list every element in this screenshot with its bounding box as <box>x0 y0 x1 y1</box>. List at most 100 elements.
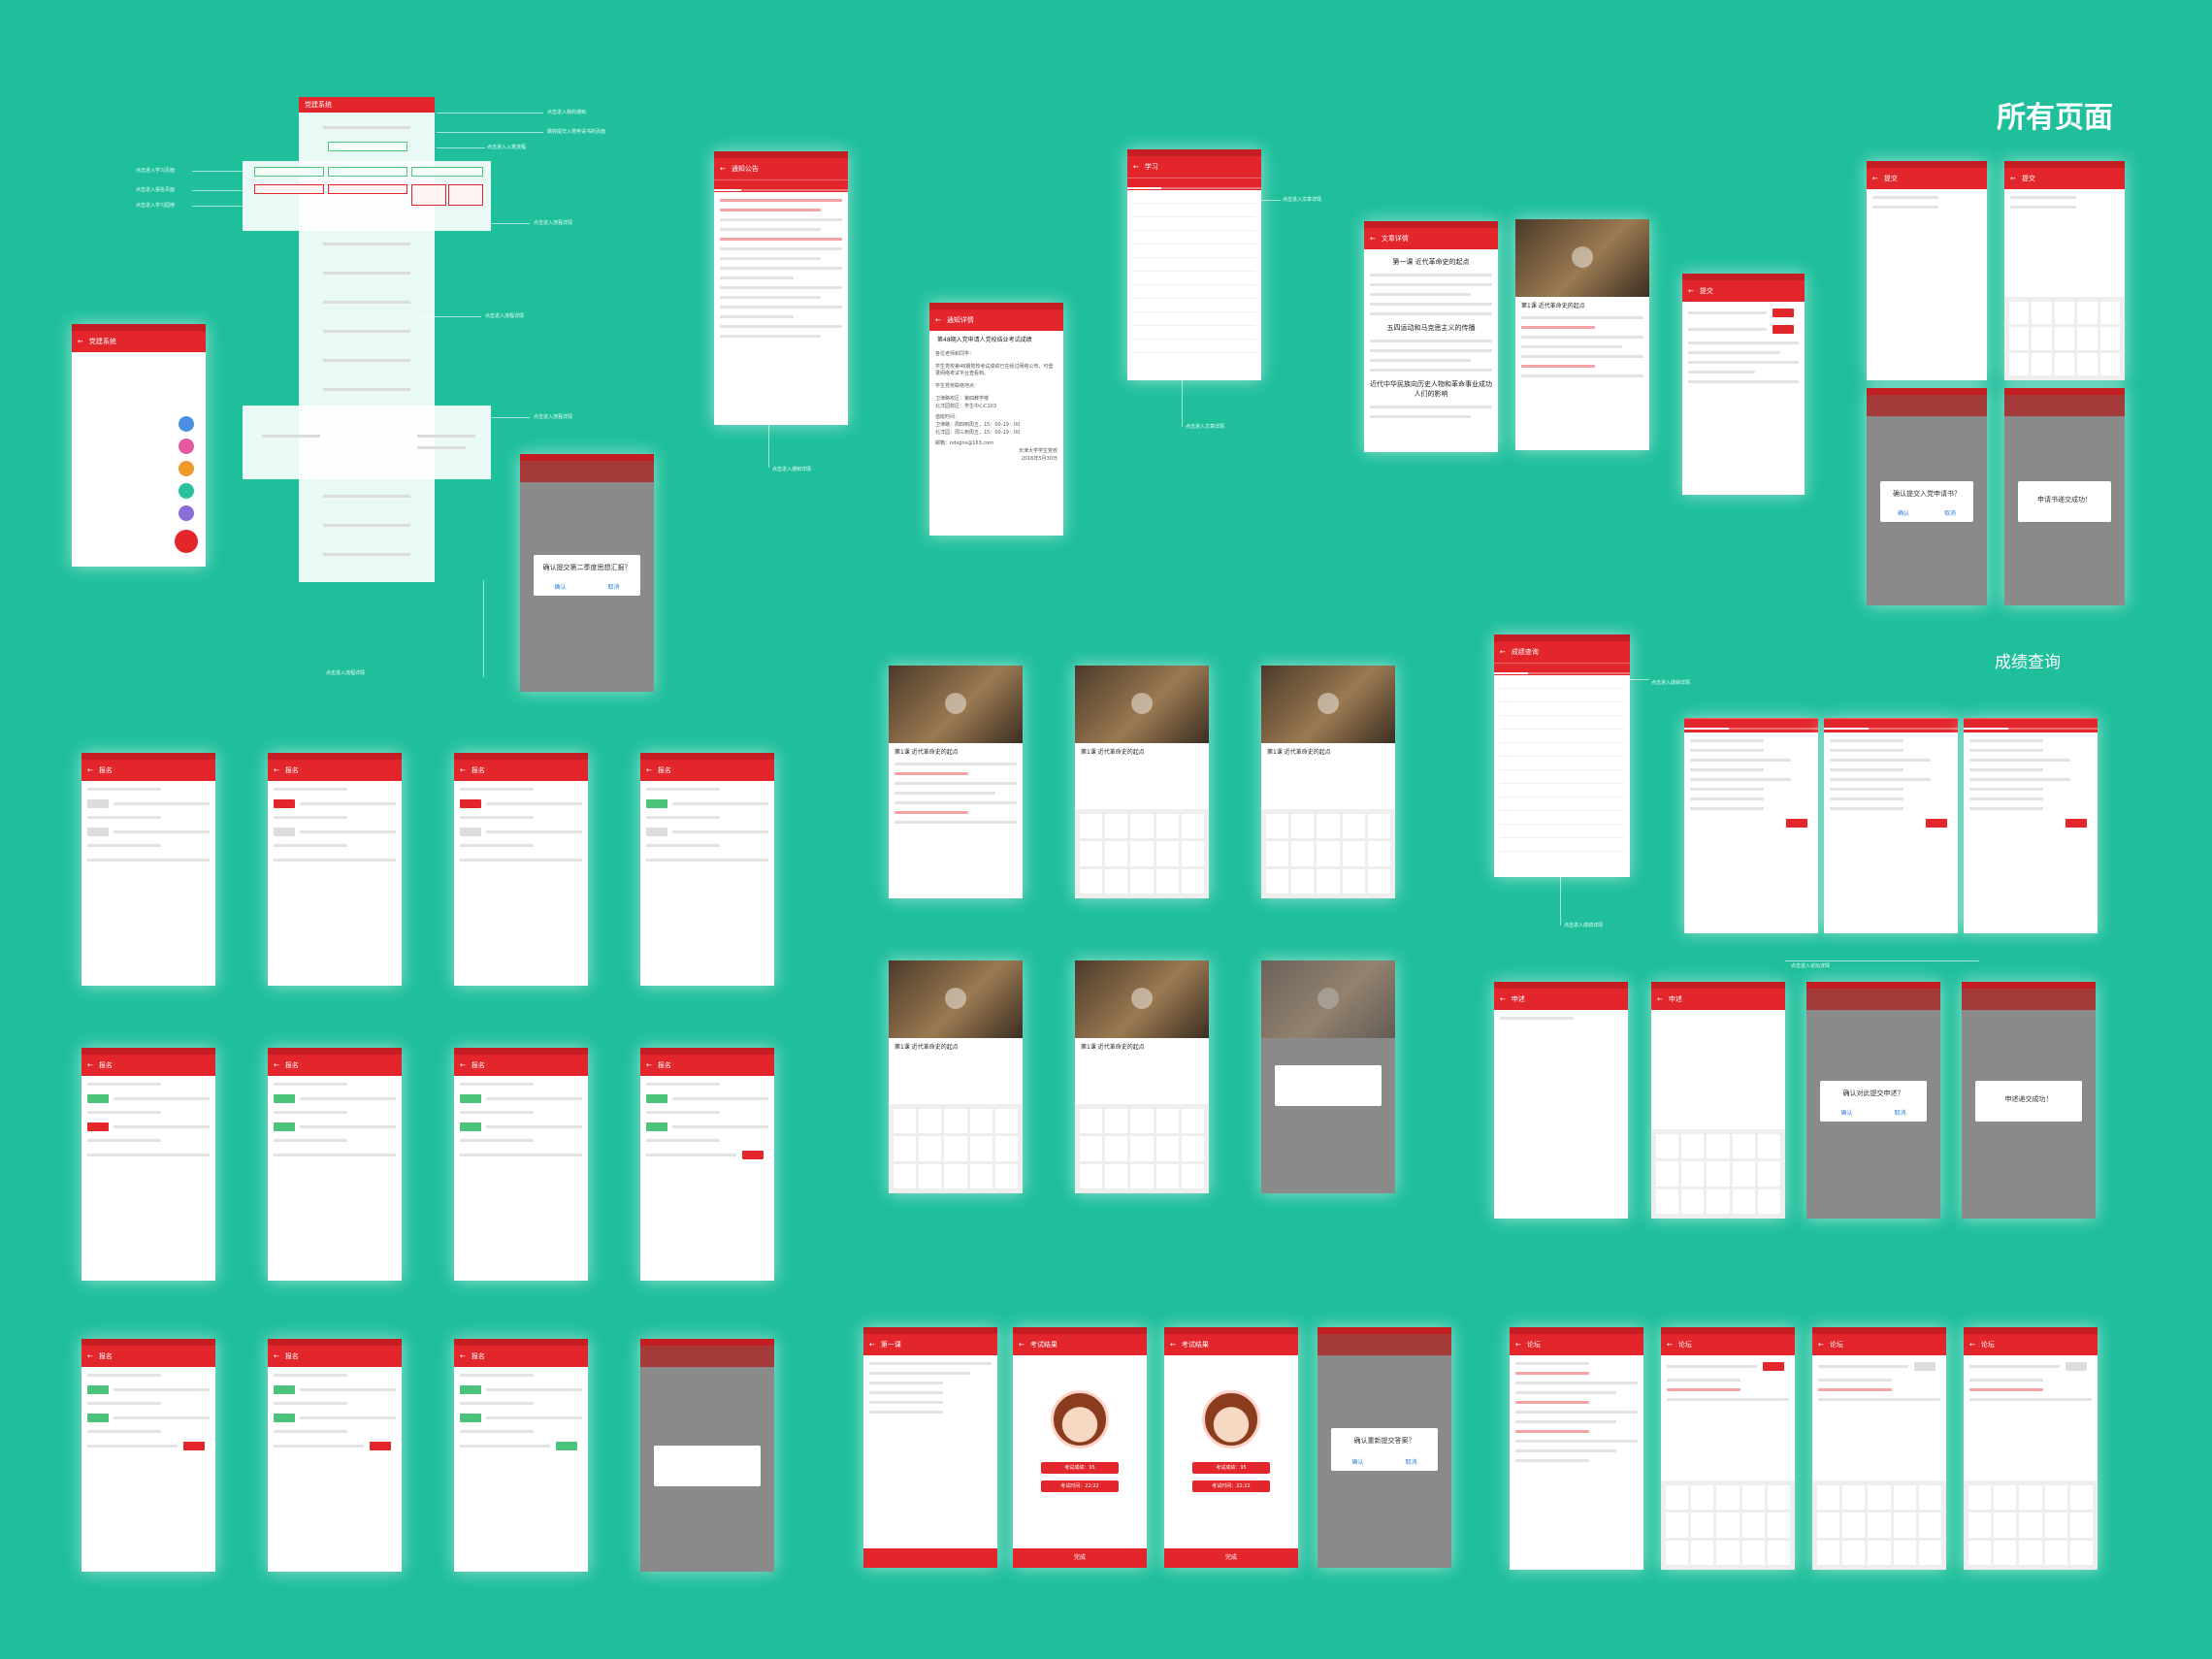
list-item[interactable] <box>1133 315 1255 326</box>
cancel-button[interactable]: 取消 <box>1944 508 1956 517</box>
signup-button[interactable] <box>742 1150 764 1159</box>
signup-screen: ← 报名 <box>640 1048 774 1281</box>
flow-branch-1 <box>243 161 491 231</box>
back-icon[interactable]: ← <box>1818 1341 1824 1349</box>
article-screen: ← 文章详情 第一课 近代革命史的起点 五四运动和马克思主义的传播 近代中华民族向… <box>1364 221 1498 452</box>
signup-button[interactable] <box>646 798 667 808</box>
signup-dialog-screen <box>640 1339 774 1572</box>
list-item[interactable] <box>1133 261 1255 272</box>
back-icon[interactable]: ← <box>274 1352 279 1360</box>
list-item[interactable] <box>1133 234 1255 244</box>
signup-button[interactable] <box>87 1122 109 1131</box>
list-item[interactable] <box>1133 247 1255 258</box>
flow-step[interactable] <box>328 142 407 151</box>
report-confirm-screen: 确认提交第二季度思想汇报？ 确认 取消 <box>520 454 654 692</box>
back-icon[interactable]: ← <box>1969 1341 1975 1349</box>
video-player[interactable] <box>1075 960 1209 1038</box>
process-icon[interactable] <box>179 461 194 476</box>
back-icon[interactable]: ← <box>87 766 93 774</box>
video-player[interactable] <box>889 960 1023 1038</box>
study-icon[interactable] <box>179 439 194 454</box>
signup-icon[interactable] <box>179 505 194 521</box>
appeal-button[interactable] <box>2066 818 2087 828</box>
list-item[interactable] <box>1133 275 1255 285</box>
video-player[interactable] <box>889 666 1023 743</box>
signup-button[interactable] <box>274 798 295 808</box>
back-icon[interactable]: ← <box>1688 287 1694 295</box>
back-icon[interactable]: ← <box>274 766 279 774</box>
add-button[interactable] <box>175 530 198 553</box>
appeal-button[interactable] <box>1926 818 1947 828</box>
flow-cell[interactable] <box>328 184 407 194</box>
signup-button[interactable] <box>460 798 481 808</box>
flow-cell[interactable] <box>411 184 446 206</box>
back-icon[interactable]: ← <box>1133 163 1139 171</box>
back-icon[interactable]: ← <box>1170 1341 1176 1349</box>
back-icon[interactable]: ← <box>87 1352 93 1360</box>
submit-screen-2: ← 提交 <box>2004 161 2125 380</box>
video-player[interactable] <box>1075 666 1209 743</box>
back-icon[interactable]: ← <box>1872 175 1878 182</box>
back-icon[interactable]: ← <box>720 165 726 173</box>
article-heading: 第一课 近代革命史的起点 <box>1392 258 1470 266</box>
flow-cell[interactable] <box>448 184 483 206</box>
back-icon[interactable]: ← <box>1370 235 1376 243</box>
video-comment-screen: 第1课 近代革命史的起点 <box>889 666 1023 898</box>
back-icon[interactable]: ← <box>646 1061 652 1069</box>
tab-bar[interactable] <box>714 179 848 192</box>
flow-cell[interactable] <box>254 167 324 177</box>
video-player[interactable] <box>1515 219 1649 297</box>
cancel-button[interactable]: 取消 <box>1405 1457 1416 1466</box>
back-icon[interactable]: ← <box>460 766 466 774</box>
appeal-success-screen: 申述递交成功！ <box>1962 982 2096 1219</box>
list-item[interactable] <box>1133 193 1255 204</box>
flow-cell[interactable] <box>254 184 324 194</box>
back-icon[interactable]: ← <box>87 1061 93 1069</box>
screen-title: 报名 <box>284 1061 299 1069</box>
finish-button[interactable]: 完成 <box>1164 1548 1298 1568</box>
back-icon[interactable]: ← <box>869 1341 875 1349</box>
confirm-button[interactable]: 确认 <box>1840 1108 1852 1117</box>
back-icon[interactable]: ← <box>460 1352 466 1360</box>
list-item[interactable] <box>1133 329 1255 340</box>
notice-line: 2016年5月30日 <box>1021 456 1057 462</box>
back-icon[interactable]: ← <box>1515 1341 1521 1349</box>
cancel-button[interactable]: 取消 <box>1894 1108 1905 1117</box>
exam-result-screen: ← 考试结果 考试成绩：95 考试时间：22:22 完成 <box>1164 1327 1298 1568</box>
back-icon[interactable]: ← <box>646 766 652 774</box>
list-item[interactable] <box>1133 207 1255 217</box>
back-icon[interactable]: ← <box>2010 175 2016 182</box>
back-icon[interactable]: ← <box>1500 648 1506 656</box>
confirm-button[interactable]: 确认 <box>1351 1457 1363 1466</box>
list-item[interactable] <box>1133 288 1255 299</box>
annotation: 点击进入成绩详情 <box>1651 680 1691 686</box>
appeal-button[interactable] <box>1786 818 1807 828</box>
flow-cell[interactable] <box>328 167 407 177</box>
back-icon[interactable]: ← <box>460 1061 466 1069</box>
back-icon[interactable]: ← <box>935 316 941 324</box>
back-icon[interactable]: ← <box>1657 995 1663 1003</box>
back-icon[interactable]: ← <box>78 338 83 345</box>
back-icon[interactable]: ← <box>1667 1341 1673 1349</box>
list-item[interactable] <box>1133 342 1255 353</box>
screen-title: 考试结果 <box>1029 1341 1057 1349</box>
list-item[interactable] <box>1133 220 1255 231</box>
cancel-button[interactable]: 取消 <box>607 582 619 591</box>
finish-button[interactable]: 完成 <box>1013 1548 1147 1568</box>
video-player[interactable] <box>1261 666 1395 743</box>
confirm-dialog: 确认提交第二季度思想汇报？ 确认 取消 <box>534 555 640 596</box>
back-icon[interactable]: ← <box>1500 995 1506 1003</box>
flow-cell[interactable] <box>411 167 483 177</box>
score-icon[interactable] <box>179 483 194 499</box>
confirm-button[interactable]: 确认 <box>554 582 566 591</box>
back-icon[interactable]: ← <box>274 1061 279 1069</box>
notice-icon[interactable] <box>179 416 194 432</box>
confirm-button[interactable]: 确认 <box>1898 508 1909 517</box>
signup-screen: ← 报名 <box>454 1048 588 1281</box>
list-item[interactable] <box>1133 302 1255 312</box>
screen-title: 成绩查询 <box>1511 648 1539 656</box>
action-button[interactable] <box>1773 324 1794 334</box>
annotation: 点击进入通知详情 <box>772 467 812 472</box>
action-button[interactable] <box>1773 308 1794 317</box>
back-icon[interactable]: ← <box>1019 1341 1025 1349</box>
